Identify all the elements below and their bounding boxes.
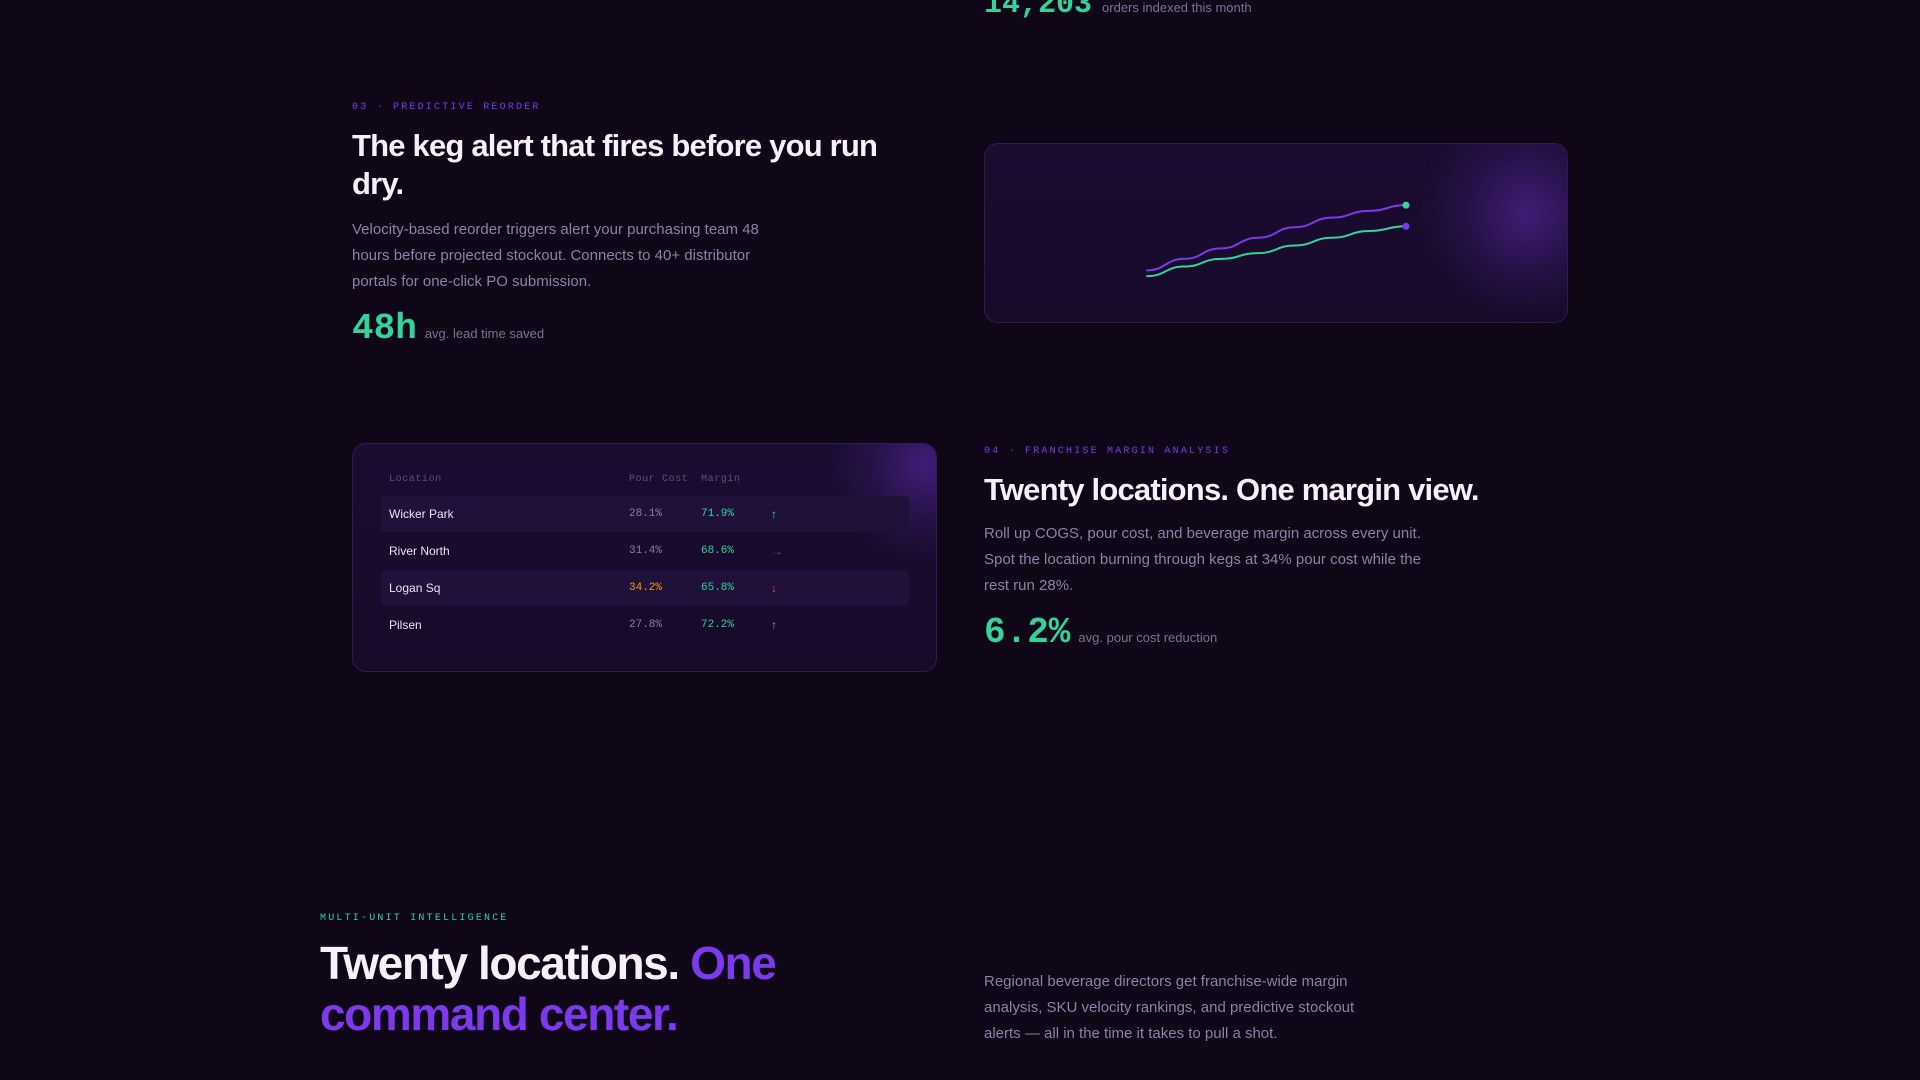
pour-cost-stat: 6.2% avg. pour cost reduction	[984, 613, 1584, 653]
margin-cell: 72.2%	[701, 619, 735, 631]
orders-indexed-stat: 14,203 orders indexed this month	[984, 0, 1252, 22]
pour-cost-caption: avg. pour cost reduction	[1078, 630, 1218, 645]
margin-cell: 65.8%	[701, 582, 735, 594]
lead-time-value: 48h	[352, 308, 417, 349]
section-body: Roll up COGS, pour cost, and beverage ma…	[984, 525, 1421, 594]
pour-cost-cell: 27.8%	[629, 619, 663, 631]
predictive-reorder-section: 03 · PREDICTIVE REORDER The keg alert th…	[352, 102, 932, 349]
velocity-chart-card	[984, 143, 1568, 323]
section-eyebrow: 04 · FRANCHISE MARGIN ANALYSIS	[984, 446, 1231, 457]
location-cell: Wicker Park	[389, 507, 454, 521]
pour-cost-cell: 34.2%	[629, 582, 663, 594]
trend-icon: ↓	[771, 581, 777, 595]
margin-cell: 71.9%	[701, 508, 735, 520]
section-eyebrow: 03 · PREDICTIVE REORDER	[352, 102, 541, 113]
location-cell: Pilsen	[389, 618, 422, 632]
orders-indexed-caption: orders indexed this month	[1102, 0, 1252, 15]
pour-cost-value: 6.2%	[984, 612, 1071, 653]
multi-unit-headline: Twenty locations. One command center.	[320, 938, 880, 1040]
column-header-pour-cost: Pour Cost	[629, 474, 689, 485]
pour-cost-cell: 28.1%	[629, 508, 663, 520]
multi-unit-body: Regional beverage directors get franchis…	[984, 973, 1355, 1042]
table-row[interactable]: River North 31.4% 68.6% →	[381, 533, 909, 569]
series-end-point-1	[1402, 201, 1410, 209]
trend-icon: ↑	[771, 507, 777, 521]
lead-time-caption: avg. lead time saved	[424, 326, 545, 341]
series-line-1	[1146, 204, 1407, 272]
velocity-line-chart	[1146, 201, 1410, 278]
section-body: Velocity-based reorder triggers alert yo…	[352, 221, 759, 290]
location-cell: River North	[389, 544, 450, 558]
section-title: The keg alert that fires before you run …	[352, 128, 878, 201]
margin-table-card: Location Pour Cost Margin Wicker Park 28.…	[352, 443, 937, 672]
lead-time-stat: 48h avg. lead time saved	[352, 309, 932, 349]
multi-unit-section: MULTI-UNIT INTELLIGENCE Twenty locations…	[320, 913, 880, 1040]
multi-unit-eyebrow: MULTI-UNIT INTELLIGENCE	[320, 913, 509, 924]
table-row[interactable]: Wicker Park 28.1% 71.9% ↑	[381, 496, 909, 532]
column-header-location: Location	[389, 474, 442, 485]
column-header-margin: Margin	[701, 474, 741, 485]
orders-indexed-value: 14,203	[984, 0, 1093, 22]
headline-plain: Twenty locations.	[320, 937, 680, 989]
section-title: Twenty locations. One margin view.	[984, 472, 1480, 507]
franchise-margin-section: 04 · FRANCHISE MARGIN ANALYSIS Twenty lo…	[984, 446, 1584, 653]
location-cell: Logan Sq	[389, 581, 441, 595]
margin-cell: 68.6%	[701, 545, 735, 557]
trend-icon: →	[771, 544, 783, 558]
trend-icon: ↑	[771, 618, 777, 632]
table-row[interactable]: Pilsen 27.8% 72.2% ↑	[381, 607, 909, 643]
pour-cost-cell: 31.4%	[629, 545, 663, 557]
series-end-point-2	[1402, 222, 1410, 230]
table-row[interactable]: Logan Sq 34.2% 65.8% ↓	[381, 570, 909, 606]
series-line-2	[1146, 225, 1407, 278]
